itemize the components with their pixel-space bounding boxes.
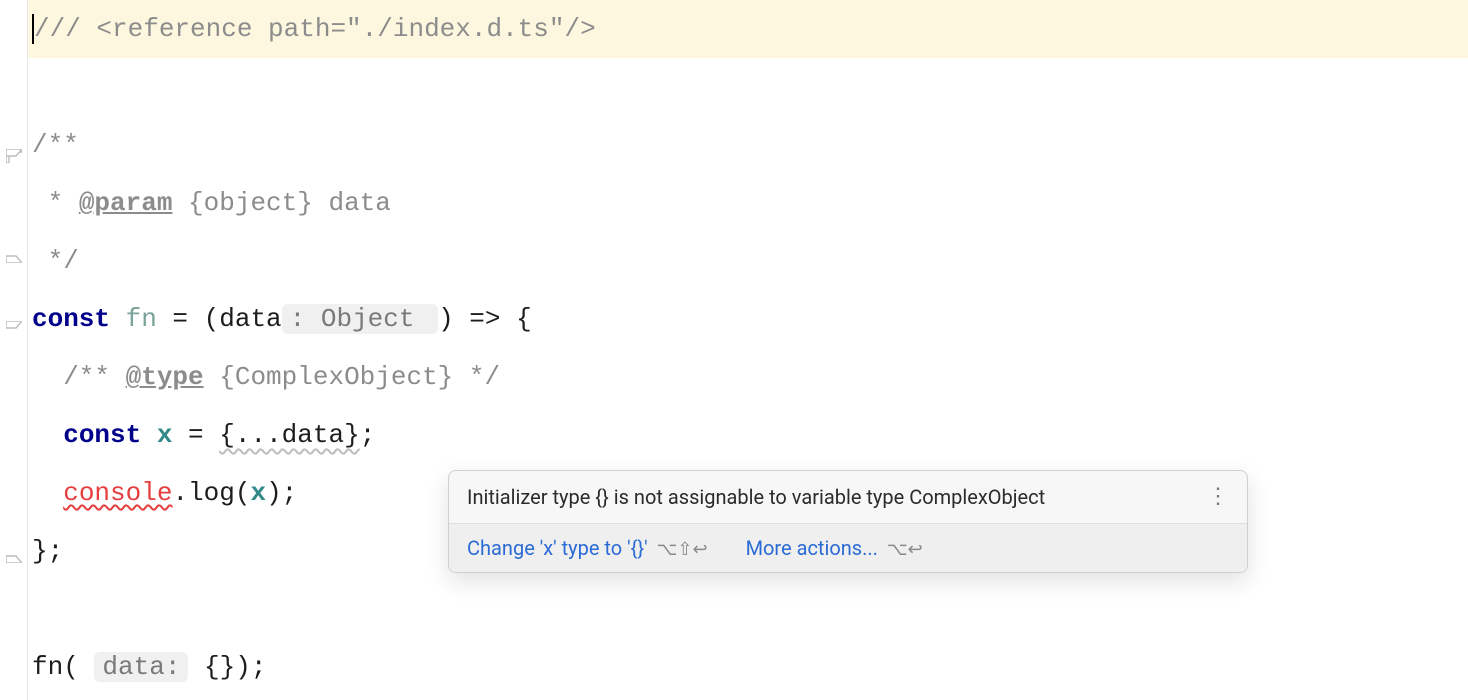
fn-name: fn (110, 304, 157, 334)
fold-toggle-docblock-close[interactable] (0, 248, 27, 264)
jsdoc-star: * (32, 188, 79, 218)
const-keyword: const (63, 420, 141, 450)
fn-arrow: ) => { (438, 304, 532, 334)
fn-call: fn( (32, 652, 94, 682)
log-call: .log( (172, 478, 250, 508)
error-message: Initializer type {} is not assignable to… (467, 485, 1045, 509)
code-line[interactable] (28, 580, 1468, 638)
code-line[interactable] (28, 58, 1468, 116)
code-line[interactable]: /** (28, 116, 1468, 174)
quickfix-popup: Initializer type {} is not assignable to… (448, 470, 1248, 573)
fn-params: = (data (157, 304, 282, 334)
code-line[interactable]: const x = {...data}; (28, 406, 1468, 464)
shortcut-hint: ⌥↩ (887, 539, 923, 560)
console-ref: console (63, 464, 172, 522)
code-line[interactable]: /** @type {ComplexObject} */ (28, 348, 1468, 406)
fn-close-brace: }; (32, 536, 63, 566)
code-line[interactable]: * @param {object} data (28, 174, 1468, 232)
code-editor[interactable]: /// <reference path="./index.d.ts"/> /**… (0, 0, 1468, 700)
quickfix-more-actions[interactable]: More actions... ⌥↩ (746, 536, 923, 560)
quickfix-action-label: Change 'x' type to '{}' (467, 536, 648, 560)
param-hint: data: (94, 652, 188, 682)
jsdoc-close: */ (32, 246, 79, 276)
spread-expr: {...data} (219, 420, 359, 450)
code-line[interactable]: const fn = (data: Object ) => { (28, 290, 1468, 348)
gutter (0, 0, 28, 700)
code-line[interactable]: */ (28, 232, 1468, 290)
more-actions-label: More actions... (746, 536, 878, 560)
popup-message-row: Initializer type {} is not assignable to… (449, 471, 1247, 523)
fold-toggle-docblock-open[interactable] (0, 148, 27, 164)
fold-toggle-fn-open[interactable] (0, 320, 27, 336)
var-x: x (141, 420, 172, 450)
fold-toggle-fn-close[interactable] (0, 548, 27, 564)
code-content[interactable]: /// <reference path="./index.d.ts"/> /**… (28, 0, 1468, 700)
more-options-icon[interactable]: ⋮ (1207, 493, 1229, 502)
jsdoc-inline-open: /** (32, 362, 126, 392)
popup-actions-row: Change 'x' type to '{}' ⌥⇧↩ More actions… (449, 523, 1247, 572)
jsdoc-param-type: {object} data (172, 188, 390, 218)
jsdoc-param-tag: @param (79, 188, 173, 218)
jsdoc-type-tag: @type (126, 362, 204, 392)
code-line[interactable]: /// <reference path="./index.d.ts"/> (28, 0, 1468, 58)
type-hint: : Object (282, 304, 438, 334)
var-x-ref: x (250, 478, 266, 508)
jsdoc-type-value: {ComplexObject} */ (204, 362, 500, 392)
const-keyword: const (32, 304, 110, 334)
shortcut-hint: ⌥⇧↩ (657, 539, 708, 560)
quickfix-action-primary[interactable]: Change 'x' type to '{}' ⌥⇧↩ (467, 536, 708, 560)
jsdoc-open: /** (32, 130, 79, 160)
code-line[interactable]: fn( data: {}); (28, 638, 1468, 696)
reference-comment: /// <reference path="./index.d.ts"/> (34, 14, 596, 44)
